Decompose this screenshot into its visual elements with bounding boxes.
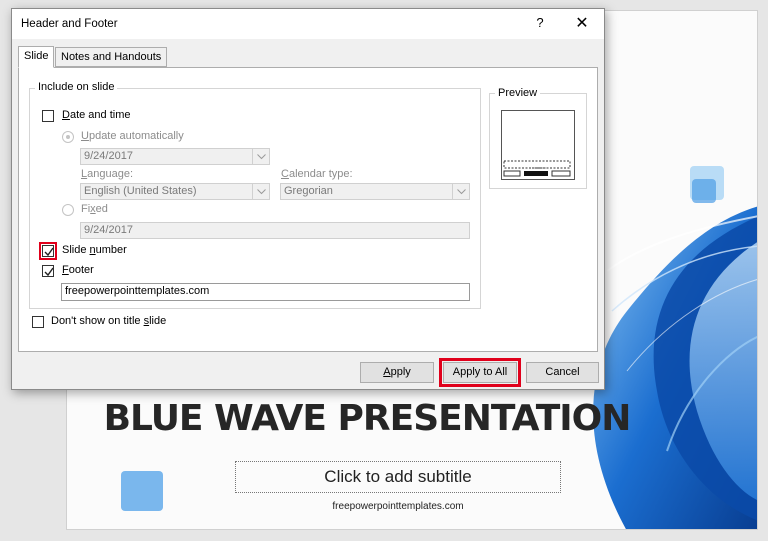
slide-number-label[interactable]: Slide number [62,244,127,256]
dialog-titlebar[interactable]: Header and Footer ? ✕ [12,9,604,39]
date-time-checkbox[interactable] [42,110,54,122]
header-footer-dialog: Header and Footer ? ✕ Slide Notes and Ha… [11,8,605,390]
preview-thumbnail [501,110,575,180]
date-time-label[interactable]: Date and time [62,109,131,121]
dont-show-on-title-slide-checkbox[interactable] [32,316,44,328]
slide-number-checkbox[interactable] [39,242,57,260]
include-on-slide-label: Include on slide [35,81,118,93]
footer-checkbox[interactable] [42,265,54,277]
help-icon[interactable]: ? [533,15,547,30]
calendar-type-label: Calendar type: [281,168,353,180]
tab-slide[interactable]: Slide [18,46,55,68]
update-automatically-radio[interactable] [62,131,74,143]
apply-to-all-button[interactable]: Apply to All [439,358,521,387]
footer-label[interactable]: Footer [62,264,94,276]
language-dropdown[interactable]: English (United States) [80,183,270,200]
language-label: Language: [81,168,134,180]
tab-notes-and-handouts[interactable]: Notes and Handouts [55,47,168,67]
decorative-square [692,179,716,203]
apply-button[interactable]: Apply [360,362,434,383]
preview-layout-diagram [503,160,571,177]
fixed-date-input[interactable]: 9/24/2017 [80,222,470,239]
preview-label: Preview [495,87,541,99]
slide-title[interactable]: BLUE WAVE PRESENTATION [67,398,667,439]
slide-footer-text[interactable]: freepowerpointtemplates.com [235,501,561,512]
fixed-label[interactable]: Fixed [81,203,108,215]
dialog-title: Header and Footer [21,18,118,30]
update-automatically-label[interactable]: Update automatically [81,130,184,142]
dont-show-on-title-slide-label[interactable]: Don't show on title slide [51,315,166,327]
tab-panel-slide: Include on slide Date and time Update au… [18,67,598,352]
chevron-down-icon [252,184,269,199]
fixed-radio[interactable] [62,204,74,216]
date-format-value: 9/24/2017 [84,150,133,162]
decorative-square [121,471,163,511]
chevron-down-icon [452,184,469,199]
chevron-down-icon [252,149,269,164]
subtitle-placeholder[interactable]: Click to add subtitle [235,461,561,493]
calendar-type-value: Gregorian [284,185,333,197]
language-value: English (United States) [84,185,197,197]
calendar-type-dropdown[interactable]: Gregorian [280,183,470,200]
checkmark-icon [44,267,54,277]
footer-text-input[interactable]: freepowerpointtemplates.com [61,283,470,301]
checkmark-icon [44,247,54,257]
cancel-button[interactable]: Cancel [526,362,599,383]
date-format-dropdown[interactable]: 9/24/2017 [80,148,270,165]
close-icon[interactable]: ✕ [574,13,590,33]
